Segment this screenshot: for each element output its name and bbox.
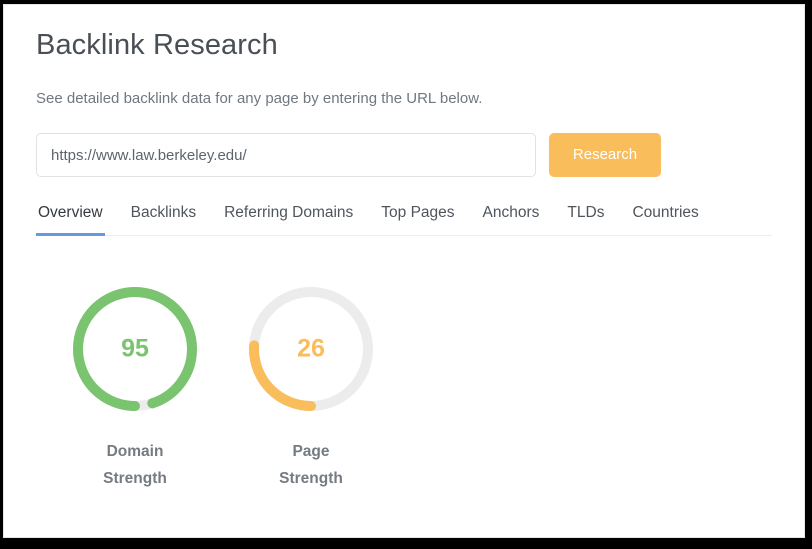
domain-strength-label: Domain Strength [103,443,167,487]
tab-top-pages[interactable]: Top Pages [379,203,456,236]
page-strength-value: 26 [297,334,325,363]
research-button[interactable]: Research [549,133,661,177]
tab-countries[interactable]: Countries [630,203,700,236]
window-frame: Backlink Research See detailed backlink … [0,0,812,549]
url-input[interactable] [36,133,536,177]
page-title: Backlink Research [36,29,278,61]
page-strength-gauge: 26 [244,282,378,416]
tab-backlinks[interactable]: Backlinks [129,203,198,236]
page-strength-label: Page Strength [279,443,343,487]
tab-referring-domains[interactable]: Referring Domains [222,203,355,236]
card-content: Backlink Research See detailed backlink … [4,5,804,492]
backlink-research-card: Backlink Research See detailed backlink … [3,4,805,538]
metric-gauges: 95 Domain Strength 26 Page Strength [36,236,772,492]
page-subtitle: See detailed backlink data for any page … [36,90,483,107]
tab-bar: Overview Backlinks Referring Domains Top… [36,203,772,236]
tab-tlds[interactable]: TLDs [565,203,606,236]
domain-strength-gauge: 95 [68,282,202,416]
tab-overview[interactable]: Overview [36,203,105,236]
domain-strength-value: 95 [121,334,149,363]
tab-anchors[interactable]: Anchors [481,203,542,236]
search-row: Research [36,109,772,177]
metric-page-strength: 26 Page Strength [244,282,378,492]
metric-domain-strength: 95 Domain Strength [68,282,202,492]
